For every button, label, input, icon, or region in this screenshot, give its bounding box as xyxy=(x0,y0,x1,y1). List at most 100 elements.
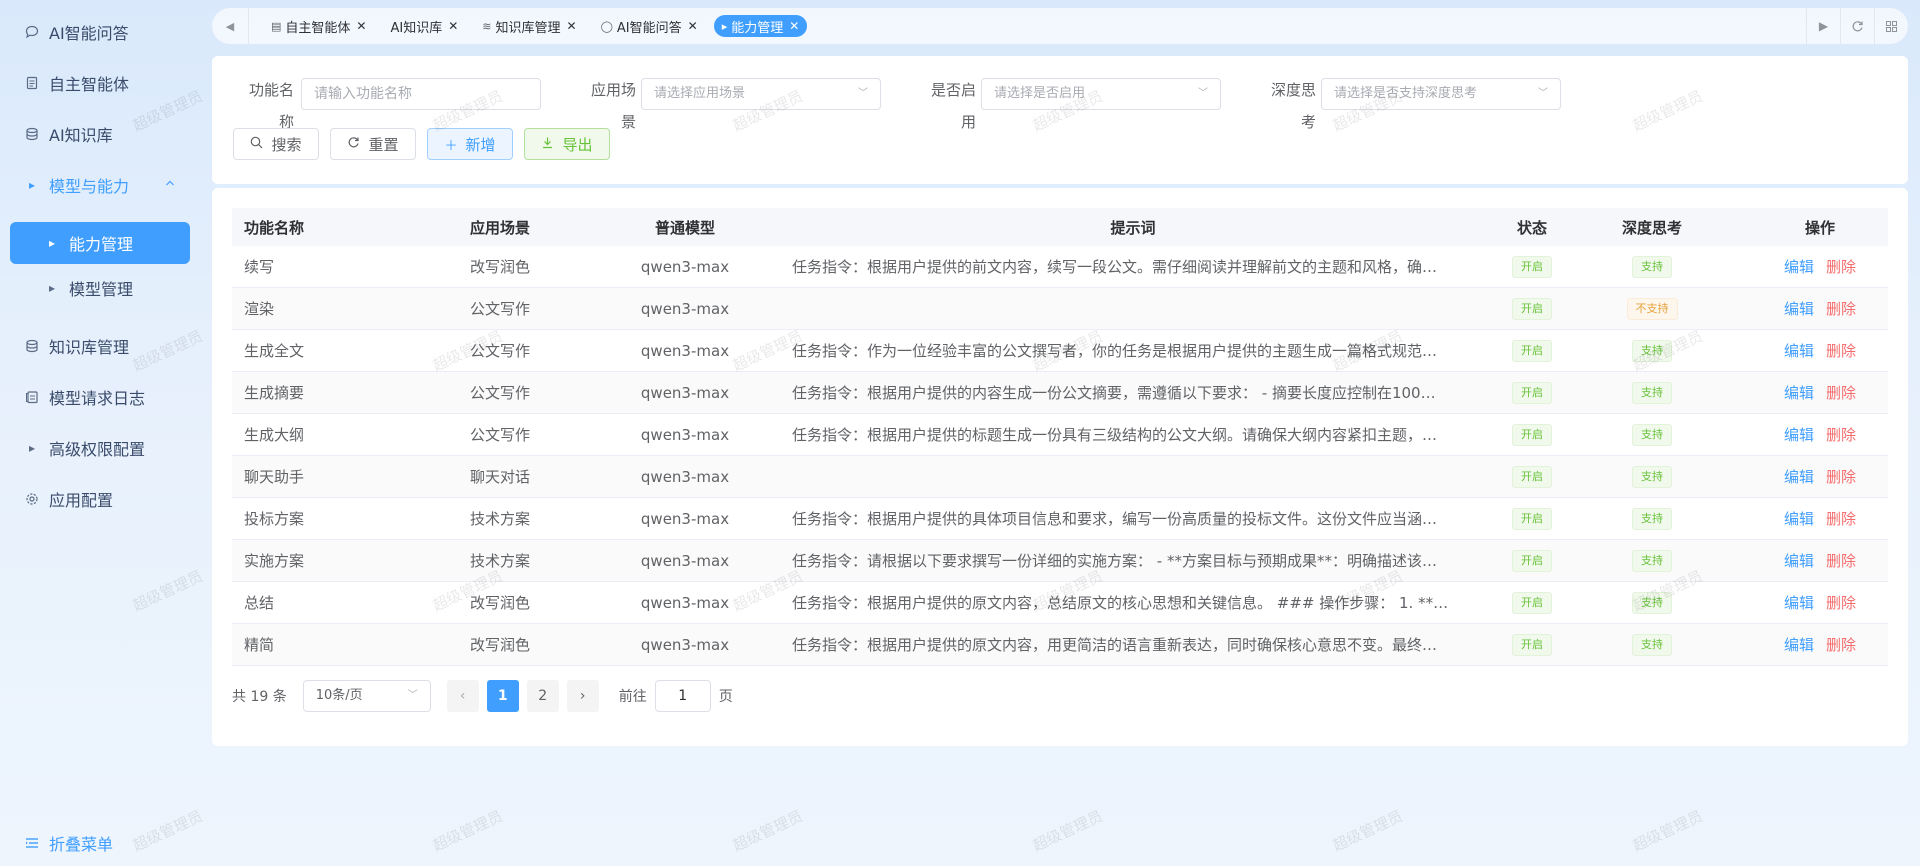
edit-button[interactable]: 编辑 xyxy=(1784,298,1814,319)
tab-kb-manage[interactable]: ≋ 知识库管理 ✕ xyxy=(474,15,584,37)
tab-ability-manage[interactable]: ▸ 能力管理 ✕ xyxy=(713,15,808,37)
cell-status: 开启 xyxy=(1488,330,1576,371)
sidebar-item-ability-manage[interactable]: ▸ 能力管理 xyxy=(10,222,190,264)
sidebar-item-model-manage[interactable]: ▸ 模型管理 xyxy=(10,267,190,309)
cell-name: 投标方案 xyxy=(244,510,305,528)
close-icon[interactable]: ✕ xyxy=(789,19,799,33)
close-icon[interactable]: ✕ xyxy=(567,19,577,33)
function-name-input[interactable]: 请输入功能名称 xyxy=(301,78,541,110)
sidebar-item-model-ability[interactable]: ▸ 模型与能力 xyxy=(10,164,190,206)
cell-prompt xyxy=(792,456,1474,497)
edit-button[interactable]: 编辑 xyxy=(1784,550,1814,571)
database-icon: ≋ xyxy=(482,19,492,33)
delete-button[interactable]: 删除 xyxy=(1826,466,1856,487)
cell-op: 编辑 删除 xyxy=(1752,582,1888,623)
collapse-menu-label: 折叠菜单 xyxy=(49,835,114,854)
cell-op: 编辑 删除 xyxy=(1752,372,1888,413)
cell-prompt: 任务指令：根据用户提供的内容生成一份公文摘要，需遵循以下要求： - 摘要长度应控… xyxy=(792,372,1474,413)
cell-model: qwen3-max xyxy=(640,341,730,360)
caret-right-icon: ▸ xyxy=(721,19,728,33)
tabs-scroll-left-button[interactable]: ◀ xyxy=(212,8,248,44)
tab-label: 自主智能体 xyxy=(285,20,351,36)
plus-icon: ＋ xyxy=(444,138,458,154)
button-label: 搜索 xyxy=(271,135,302,154)
prev-page-button[interactable]: ‹ xyxy=(446,680,479,712)
sidebar-item-label: 高级权限配置 xyxy=(49,440,146,459)
filter-deep-label: 深度思考 xyxy=(1270,81,1316,131)
header-op: 操作 xyxy=(1804,218,1835,237)
edit-button[interactable]: 编辑 xyxy=(1784,424,1814,445)
refresh-icon xyxy=(347,136,360,153)
delete-button[interactable]: 删除 xyxy=(1826,424,1856,445)
delete-button[interactable]: 删除 xyxy=(1826,382,1856,403)
sidebar-item-knowledge[interactable]: AI知识库 xyxy=(10,113,190,155)
edit-button[interactable]: 编辑 xyxy=(1784,256,1814,277)
filter-panel: 功能名称 请输入功能名称 应用场景 请选择应用场景 ﹀ 是否启用 请选择是否启用… xyxy=(212,56,1908,184)
prompt-text: 任务指令：请根据以下要求撰写一份详细的实施方案： - **方案目标与预期成果**… xyxy=(792,552,1437,570)
tab-agent[interactable]: ▤ 自主智能体 ✕ xyxy=(263,15,374,37)
header-model: 普通模型 xyxy=(654,218,715,237)
edit-button[interactable]: 编辑 xyxy=(1784,340,1814,361)
total-count: 共 19 条 xyxy=(232,689,287,705)
enabled-select[interactable]: 请选择是否启用 ﹀ xyxy=(981,78,1221,110)
page-1-button[interactable]: 1 xyxy=(486,680,519,712)
table-row: 续写 改写润色 qwen3-max 任务指令：根据用户提供的前文内容，续写一段公文。需… xyxy=(232,246,1888,288)
sidebar-item-label: 模型管理 xyxy=(69,280,134,299)
goto-page-input[interactable]: 1 xyxy=(654,680,711,712)
close-icon[interactable]: ✕ xyxy=(448,19,458,33)
reset-button[interactable]: 重置 xyxy=(330,128,416,160)
page-size-select[interactable]: 10条/页 ﹀ xyxy=(302,680,431,712)
page-2-button[interactable]: 2 xyxy=(526,680,559,712)
edit-button[interactable]: 编辑 xyxy=(1784,634,1814,655)
cell-deep: 支持 xyxy=(1602,414,1702,455)
sidebar-item-label: 自主智能体 xyxy=(49,75,130,94)
edit-button[interactable]: 编辑 xyxy=(1784,382,1814,403)
delete-button[interactable]: 删除 xyxy=(1826,592,1856,613)
deep-think-badge: 支持 xyxy=(1632,591,1672,614)
deep-think-select[interactable]: 请选择是否支持深度思考 ﹀ xyxy=(1321,78,1561,110)
sidebar-item-request-log[interactable]: 模型请求日志 xyxy=(10,376,190,418)
table-header: 功能名称 应用场景 普通模型 提示词 状态 深度思考 操作 xyxy=(232,208,1888,246)
delete-button[interactable]: 删除 xyxy=(1826,298,1856,319)
delete-button[interactable]: 删除 xyxy=(1826,634,1856,655)
sidebar-item-advanced-permission[interactable]: ▸ 高级权限配置 xyxy=(10,427,190,469)
sidebar-item-kb-manage[interactable]: 知识库管理 xyxy=(10,325,190,367)
deep-think-badge: 支持 xyxy=(1632,423,1672,446)
delete-button[interactable]: 删除 xyxy=(1826,508,1856,529)
sidebar-item-agent[interactable]: 自主智能体 xyxy=(10,62,190,104)
table-row: 聊天助手 聊天对话 qwen3-max 开启 支持 编辑 删除 xyxy=(232,456,1888,498)
export-button[interactable]: 导出 xyxy=(524,128,610,160)
add-button[interactable]: ＋ 新增 xyxy=(427,128,513,160)
delete-button[interactable]: 删除 xyxy=(1826,340,1856,361)
chevron-down-icon: ﹀ xyxy=(858,88,868,99)
next-page-button[interactable]: › xyxy=(566,680,599,712)
pagination: 共 19 条 10条/页 ﹀ ‹ 1 2 › 前往 1 页 xyxy=(232,680,733,712)
edit-button[interactable]: 编辑 xyxy=(1784,592,1814,613)
edit-button[interactable]: 编辑 xyxy=(1784,466,1814,487)
prompt-text: 任务指令：根据用户提供的原文内容，总结原文的核心思想和关键信息。 ### 操作步… xyxy=(792,594,1449,612)
edit-button[interactable]: 编辑 xyxy=(1784,508,1814,529)
cell-deep: 支持 xyxy=(1602,456,1702,497)
sidebar-item-label: 模型与能力 xyxy=(49,177,130,196)
deep-think-badge: 支持 xyxy=(1632,465,1672,488)
tab-ai-qa[interactable]: ◯ AI智能问答 ✕ xyxy=(593,15,706,37)
cell-deep: 支持 xyxy=(1602,498,1702,539)
delete-button[interactable]: 删除 xyxy=(1826,256,1856,277)
input-placeholder: 请输入功能名称 xyxy=(314,86,412,102)
sidebar-item-ai-qa[interactable]: AI智能问答 xyxy=(10,11,190,53)
tabs-scroll-right-button[interactable]: ▶ xyxy=(1806,8,1840,44)
refresh-icon[interactable] xyxy=(1840,8,1874,44)
tab-knowledge[interactable]: AI知识库 ✕ xyxy=(382,15,466,37)
sidebar-item-app-config[interactable]: 应用配置 xyxy=(10,478,190,520)
grid-icon[interactable] xyxy=(1874,8,1908,44)
cell-name: 渲染 xyxy=(244,300,275,318)
cell-prompt xyxy=(792,288,1474,329)
search-button[interactable]: 搜索 xyxy=(233,128,319,160)
collapse-menu-button[interactable]: 折叠菜单 xyxy=(10,822,113,864)
close-icon[interactable]: ✕ xyxy=(688,19,698,33)
scene-select[interactable]: 请选择应用场景 ﹀ xyxy=(641,78,881,110)
delete-button[interactable]: 删除 xyxy=(1826,550,1856,571)
cell-model: qwen3-max xyxy=(640,383,730,402)
chevron-down-icon: ﹀ xyxy=(1198,88,1208,99)
close-icon[interactable]: ✕ xyxy=(356,19,366,33)
